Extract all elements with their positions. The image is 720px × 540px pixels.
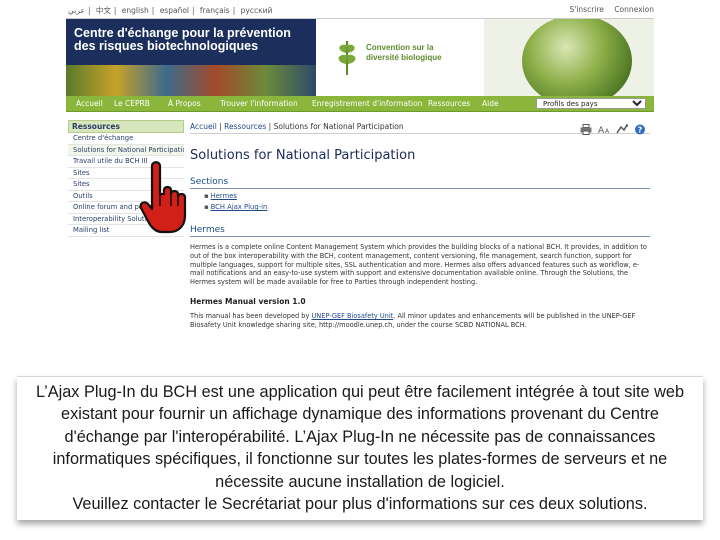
register-link[interactable]: S'inscrire [570, 5, 604, 14]
main-nav: Accueil Le CEPRB À Propos Trouver l'info… [66, 96, 654, 112]
site-banner: Centre d'échange pour la prévention des … [66, 18, 654, 97]
cbd-logo[interactable]: Convention sur la diversité biologique [334, 31, 484, 81]
help-icon[interactable]: ? [634, 120, 646, 135]
nav-help[interactable]: Aide [482, 99, 499, 108]
photo-collage-image [66, 65, 316, 97]
svg-text:A: A [605, 128, 610, 135]
nav-register-info[interactable]: Enregistrement d'information [312, 99, 422, 108]
svg-text:A: A [598, 126, 605, 135]
sidebar-header: Ressources [68, 120, 184, 133]
share-icon[interactable] [616, 120, 629, 134]
leaf-logo-icon [338, 41, 356, 75]
lang-russian[interactable]: русский [241, 6, 273, 15]
sidebar-item[interactable]: Solutions for National Participation [68, 144, 184, 156]
lang-spanish[interactable]: español [160, 6, 189, 15]
country-profile-select[interactable]: Profils des pays [536, 98, 646, 109]
lang-english[interactable]: english [122, 6, 149, 15]
section-link-hermes[interactable]: Hermes [204, 192, 650, 200]
nav-find-info[interactable]: Trouver l'information [220, 99, 298, 108]
globe-in-hands-image [484, 19, 654, 97]
page-tools: AA ? [580, 120, 650, 136]
cbd-text: Convention sur la diversité biologique [366, 43, 442, 62]
caption-paragraph-1: L’Ajax Plug-In du BCH est une applicatio… [35, 383, 685, 491]
breadcrumb-resources[interactable]: Ressources [224, 122, 266, 131]
website-screenshot: عربي | 中文 | english | español | français | ру… [60, 0, 660, 378]
caption-paragraph-2: Veuillez contacter le Secrétariat pour p… [72, 495, 648, 514]
lang-french[interactable]: français [200, 6, 230, 15]
globe-shape [522, 19, 632, 97]
sidebar-item[interactable]: Centre d'échange [68, 133, 184, 145]
lang-arabic[interactable]: عربي [68, 6, 85, 15]
manual-description: This manual has been developed by UNEP-G… [190, 311, 636, 329]
language-bar: عربي | 中文 | english | español | français | ру… [60, 0, 660, 18]
language-links: عربي | 中文 | english | español | français | ру… [68, 6, 273, 15]
lang-chinese[interactable]: 中文 [96, 6, 111, 15]
slide-caption: L’Ajax Plug-In du BCH est une applicatio… [17, 376, 703, 520]
text-size-icon[interactable]: AA [598, 120, 610, 136]
print-icon[interactable] [580, 120, 592, 135]
hand-pointer-icon [139, 161, 187, 234]
nav-bch[interactable]: Le CEPRB [114, 99, 150, 108]
breadcrumb-home[interactable]: Accueil [190, 122, 217, 131]
site-title: Centre d'échange pour la prévention des … [74, 26, 291, 53]
bch-logo-block[interactable]: Centre d'échange pour la prévention des … [66, 19, 316, 97]
nav-about[interactable]: À Propos [168, 99, 201, 108]
svg-text:?: ? [638, 126, 643, 135]
breadcrumb-current: Solutions for National Participation [273, 122, 404, 131]
nav-resources[interactable]: Ressources [428, 99, 470, 108]
hermes-description: Hermes is a complete online Content Mana… [190, 243, 647, 287]
nav-home[interactable]: Accueil [76, 99, 103, 108]
hermes-header: Hermes [190, 225, 650, 237]
page-title: Solutions for National Participation [190, 148, 416, 163]
manual-header: Hermes Manual version 1.0 [190, 296, 306, 306]
main-content: Accueil | Ressources | Solutions for Nat… [190, 120, 650, 330]
unep-gef-link[interactable]: UNEP-GEF Biosafety Unit [311, 312, 393, 320]
login-link[interactable]: Connexion [614, 5, 654, 14]
account-links: S'inscrire Connexion [562, 5, 654, 14]
section-link-ajax-plugin[interactable]: BCH Ajax Plug-in [204, 203, 650, 211]
sections-header: Sections [190, 177, 650, 189]
